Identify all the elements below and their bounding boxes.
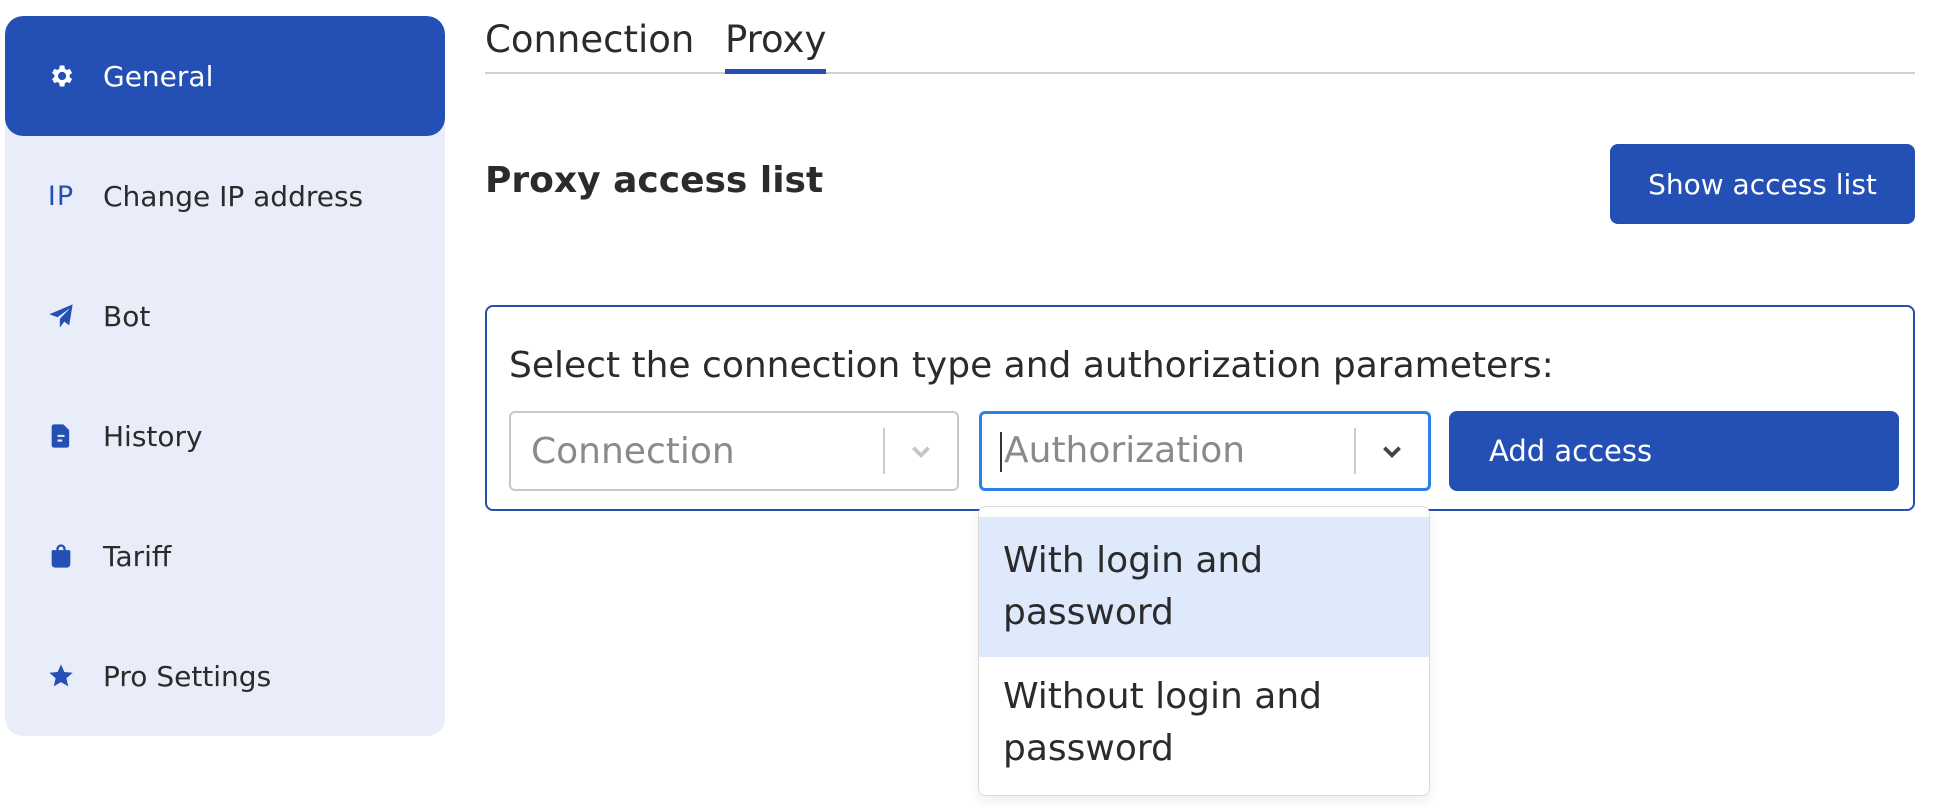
dropdown-option-without-login[interactable]: Without login and password [979,653,1429,793]
text-caret [1000,432,1002,472]
chevron-down-icon[interactable] [1356,414,1428,488]
sidebar-item-label: History [103,419,203,453]
tab-connection[interactable]: Connection [485,18,694,69]
sidebar-item-bot[interactable]: Bot [5,256,445,376]
app-root: General IP Change IP address Bot History [0,0,1940,808]
sidebar-item-label: General [103,59,214,93]
ip-icon-text: IP [47,180,75,212]
show-access-list-button[interactable]: Show access list [1610,144,1915,224]
gear-icon [41,56,81,96]
dropdown-option-with-login[interactable]: With login and password [979,517,1429,657]
card-label: Select the connection type and authoriza… [509,345,1554,386]
chevron-down-icon[interactable] [885,413,957,489]
sidebar-item-label: Pro Settings [103,659,272,693]
connection-select[interactable]: Connection [509,411,959,491]
add-access-card: Select the connection type and authoriza… [485,305,1915,511]
authorization-dropdown-menu: With login and password Without login an… [978,506,1430,796]
add-access-button[interactable]: Add access [1449,411,1899,491]
sidebar-item-label: Tariff [103,539,172,573]
authorization-select-placeholder: Authorization [1004,430,1246,471]
sidebar-item-pro-settings[interactable]: Pro Settings [5,616,445,736]
sidebar-item-change-ip[interactable]: IP Change IP address [5,136,445,256]
authorization-select-input[interactable]: Authorization [982,430,1354,472]
sidebar-item-history[interactable]: History [5,376,445,496]
document-icon [41,416,81,456]
shopping-bag-icon [41,536,81,576]
sidebar: General IP Change IP address Bot History [5,16,445,736]
paper-plane-icon [41,296,81,336]
section-title: Proxy access list [485,160,824,201]
sidebar-item-general[interactable]: General [5,16,445,136]
star-icon [41,656,81,696]
authorization-select[interactable]: Authorization [979,411,1431,491]
ip-icon: IP [41,176,81,216]
connection-select-placeholder: Connection [531,430,735,472]
tab-proxy[interactable]: Proxy [725,18,827,74]
tab-bar: Connection Proxy [485,0,1915,74]
sidebar-item-tariff[interactable]: Tariff [5,496,445,616]
sidebar-item-label: Change IP address [103,179,364,213]
sidebar-item-label: Bot [103,299,151,333]
